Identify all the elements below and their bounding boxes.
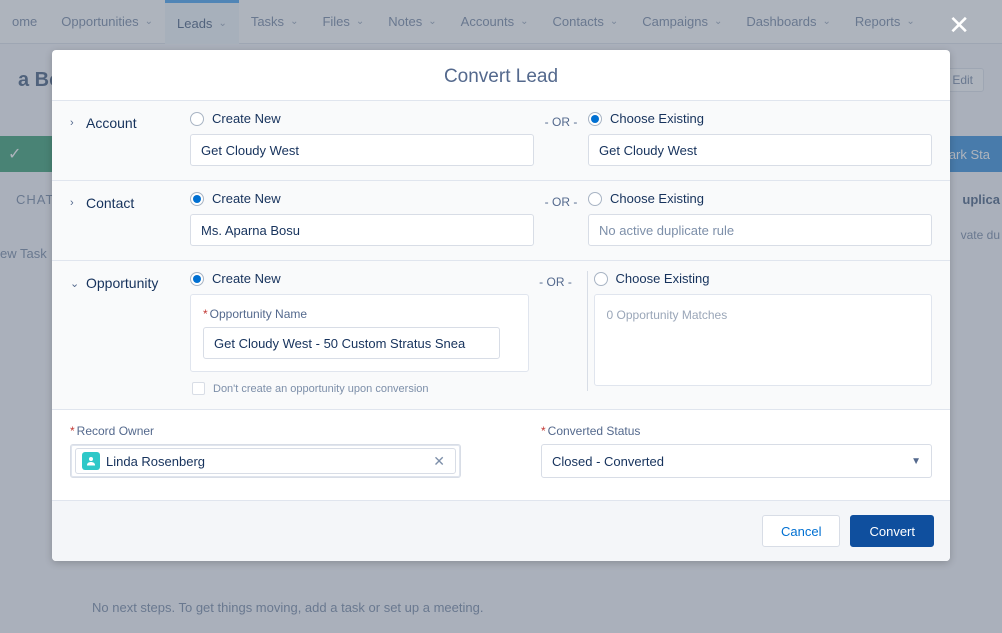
radio-icon bbox=[588, 192, 602, 206]
radio-icon bbox=[190, 272, 204, 286]
account-create-new-radio[interactable]: Create New bbox=[190, 111, 534, 126]
opportunity-name-input[interactable] bbox=[203, 327, 500, 359]
account-new-name-input[interactable] bbox=[190, 134, 534, 166]
record-owner-lookup[interactable]: Linda Rosenberg ✕ bbox=[70, 444, 461, 478]
opportunity-matches-box: 0 Opportunity Matches bbox=[594, 294, 933, 386]
radio-icon bbox=[190, 112, 204, 126]
owner-status-row: *Record Owner Linda Rosenberg ✕ *Convert… bbox=[52, 409, 950, 500]
modal-title: Convert Lead bbox=[52, 50, 950, 100]
section-label-opportunity[interactable]: ⌄ Opportunity bbox=[70, 271, 180, 291]
converted-status-select[interactable]: Closed - Converted ▼ bbox=[541, 444, 932, 478]
contact-new-name-input[interactable] bbox=[190, 214, 534, 246]
account-existing-lookup[interactable] bbox=[588, 134, 932, 166]
chevron-right-icon: › bbox=[70, 197, 80, 209]
opportunity-new-box: *Opportunity Name bbox=[190, 294, 529, 372]
contact-choose-existing-radio[interactable]: Choose Existing bbox=[588, 191, 932, 206]
opportunity-matches-text: 0 Opportunity Matches bbox=[607, 308, 728, 322]
convert-lead-modal: Convert Lead › Account Create New - bbox=[52, 50, 950, 561]
section-opportunity: ⌄ Opportunity Create New *Opportunity Na… bbox=[52, 260, 950, 409]
section-account: › Account Create New - OR - bbox=[52, 100, 950, 180]
opportunity-create-new-radio[interactable]: Create New bbox=[190, 271, 529, 286]
or-separator: - OR - bbox=[534, 191, 588, 209]
section-label-contact[interactable]: › Contact bbox=[70, 191, 180, 211]
radio-icon bbox=[190, 192, 204, 206]
cancel-button[interactable]: Cancel bbox=[762, 515, 840, 547]
remove-owner-icon[interactable]: ✕ bbox=[429, 453, 449, 470]
modal-overlay: ✕ Convert Lead › Account Create New bbox=[0, 0, 1002, 633]
or-separator: - OR - bbox=[534, 111, 588, 129]
chevron-down-icon: ⌄ bbox=[70, 277, 80, 290]
chevron-right-icon: › bbox=[70, 117, 80, 129]
converted-status-label: *Converted Status bbox=[541, 424, 932, 438]
section-label-account[interactable]: › Account bbox=[70, 111, 180, 131]
radio-icon bbox=[594, 272, 608, 286]
convert-button[interactable]: Convert bbox=[850, 515, 934, 547]
opportunity-choose-existing-radio[interactable]: Choose Existing bbox=[594, 271, 933, 286]
checkbox-icon bbox=[192, 382, 205, 395]
modal-footer: Cancel Convert bbox=[52, 500, 950, 561]
contact-existing-lookup[interactable] bbox=[588, 214, 932, 246]
owner-pill: Linda Rosenberg ✕ bbox=[75, 448, 456, 474]
dropdown-triangle-icon: ▼ bbox=[911, 456, 921, 467]
opportunity-name-label: *Opportunity Name bbox=[203, 307, 516, 321]
record-owner-label: *Record Owner bbox=[70, 424, 461, 438]
user-avatar-icon bbox=[82, 452, 100, 470]
vertical-divider bbox=[587, 271, 588, 391]
radio-icon bbox=[588, 112, 602, 126]
close-icon[interactable]: ✕ bbox=[948, 10, 970, 41]
contact-create-new-radio[interactable]: Create New bbox=[190, 191, 534, 206]
section-contact: › Contact Create New - OR - bbox=[52, 180, 950, 260]
or-separator: - OR - bbox=[529, 271, 583, 289]
account-choose-existing-radio[interactable]: Choose Existing bbox=[588, 111, 932, 126]
owner-name: Linda Rosenberg bbox=[106, 454, 205, 469]
dont-create-opportunity-checkbox[interactable]: Don't create an opportunity upon convers… bbox=[192, 382, 529, 395]
converted-status-value: Closed - Converted bbox=[552, 454, 664, 469]
